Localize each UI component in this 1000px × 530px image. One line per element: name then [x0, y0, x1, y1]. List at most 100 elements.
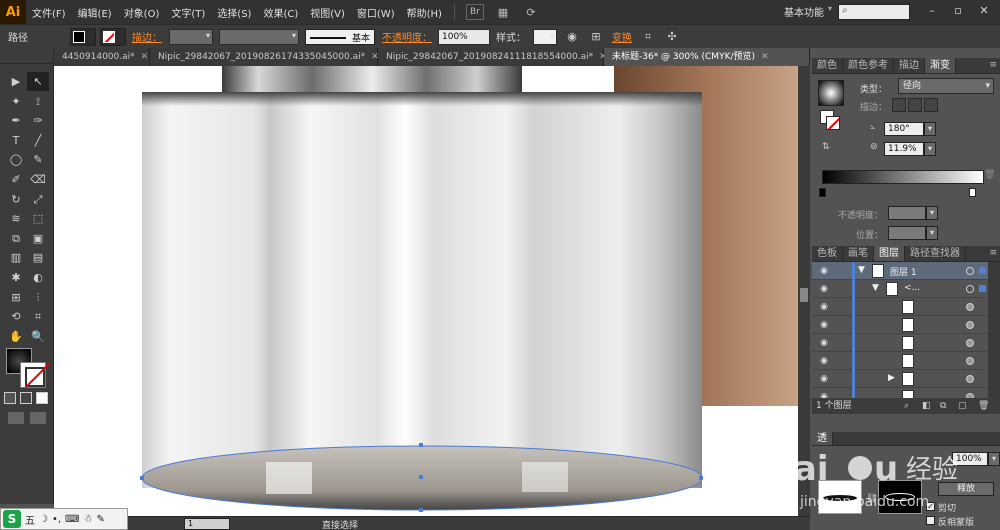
line-segment-tool-icon[interactable]: ╱ [27, 131, 49, 150]
tab-color[interactable]: 颜色 [812, 58, 843, 73]
tab-color-guide[interactable]: 颜色参考 [843, 58, 894, 73]
target-circle-icon[interactable] [966, 375, 974, 383]
transform-label[interactable]: 变换 [612, 29, 632, 44]
restore-icon[interactable]: ▫ [950, 4, 966, 20]
menu-help[interactable]: 帮助(H) [401, 5, 448, 20]
invert-mask-checkbox[interactable] [926, 516, 935, 525]
reverse-gradient-icon[interactable]: ⇅ [822, 142, 830, 152]
menu-window[interactable]: 窗口(W) [351, 5, 401, 20]
mesh-tool-icon[interactable]: ▥ [5, 248, 27, 267]
ime-mode[interactable]: 五 [25, 512, 35, 527]
search-input[interactable]: ⌕ [838, 4, 910, 20]
menu-type[interactable]: 文字(T) [165, 5, 211, 20]
stroke-weight-dropdown[interactable] [169, 28, 213, 45]
arrange-documents-icon[interactable]: ▦ [494, 4, 512, 20]
perspective-grid-tool-icon[interactable]: ▣ [27, 229, 49, 248]
gradient-type-dropdown[interactable]: 径向 [898, 78, 994, 94]
stroke-gradient-option-2[interactable] [908, 98, 922, 112]
type-tool-icon[interactable]: T [5, 131, 27, 150]
visibility-eye-icon[interactable]: ◉ [818, 355, 830, 367]
ime-logo[interactable]: S [3, 510, 21, 528]
tab-stroke[interactable]: 描边 [894, 58, 925, 73]
expand-triangle-icon[interactable]: ▼ [858, 265, 865, 275]
menu-effect[interactable]: 效果(C) [257, 5, 304, 20]
menu-file[interactable]: 文件(F) [26, 5, 72, 20]
minimize-icon[interactable]: – [924, 4, 940, 20]
gradient-stop-right[interactable] [969, 188, 976, 197]
target-circle-icon[interactable] [966, 321, 974, 329]
artboard-tool-icon[interactable]: ⟲ [5, 307, 27, 326]
aspect-ratio-field[interactable]: 11.9% [884, 142, 924, 156]
eraser-tool-icon[interactable]: ⌫ [27, 170, 49, 189]
scale-tool-icon[interactable]: ⤢ [27, 190, 49, 209]
expand-triangle-icon[interactable]: ▶ [888, 373, 895, 383]
scrollbar-thumb[interactable] [800, 288, 808, 302]
none-mode-icon[interactable] [36, 392, 48, 404]
tab-document-2[interactable]: Nipic_29842067_20190826174335045000.ai* ✕ [150, 48, 379, 66]
new-sublayer-icon[interactable]: ⧉ [940, 398, 946, 414]
isolate-icon[interactable]: ✣ [663, 28, 681, 46]
punctuation-icon[interactable]: •, [52, 514, 61, 525]
slice-tool-icon[interactable]: ⌗ [27, 307, 49, 326]
expand-triangle-icon[interactable]: ▼ [872, 283, 879, 293]
layer-row[interactable]: ◉ ▼ 图层 1 [812, 262, 988, 280]
menu-object[interactable]: 对象(O) [118, 5, 166, 20]
chevron-down-icon[interactable]: ▾ [828, 4, 832, 13]
width-tool-icon[interactable]: ≋ [5, 209, 27, 228]
visibility-eye-icon[interactable]: ◉ [818, 301, 830, 313]
visibility-eye-icon[interactable]: ◉ [818, 337, 830, 349]
pen-tool-icon[interactable]: ✒ [5, 111, 27, 130]
tab-document-1[interactable]: 4450914000.ai* ✕ [54, 48, 150, 66]
target-circle-icon[interactable] [966, 357, 974, 365]
ellipse-tool-icon[interactable]: ◯ [5, 150, 27, 169]
target-circle-icon[interactable] [966, 339, 974, 347]
make-clipping-mask-icon[interactable]: ◧ [922, 398, 931, 414]
blend-tool-icon[interactable]: ◐ [27, 268, 49, 287]
gradient-opacity-dropdown[interactable]: ▾ [926, 206, 938, 220]
gradient-mode-icon[interactable] [20, 392, 32, 404]
wrench-icon[interactable]: ✎ [96, 514, 104, 525]
panel-menu-icon[interactable]: ≡ [989, 248, 997, 258]
layer-selected-indicator[interactable] [979, 285, 986, 292]
gradient-stroke-small[interactable] [826, 116, 840, 130]
tab-layers[interactable]: 图层 [874, 246, 905, 261]
hand-tool-icon[interactable]: ✋ [5, 327, 27, 346]
visibility-eye-icon[interactable]: ◉ [818, 265, 830, 277]
opacity-label[interactable]: 不透明度： [382, 29, 432, 44]
locate-object-icon[interactable]: ⌕ [904, 398, 909, 414]
stroke-swatch-button[interactable] [100, 27, 126, 46]
gradient-stop-left[interactable] [819, 188, 826, 197]
target-circle-icon[interactable] [966, 303, 974, 311]
menu-view[interactable]: 视图(V) [304, 5, 351, 20]
delete-layer-icon[interactable]: 🗑 [978, 398, 989, 414]
sublayer-row[interactable]: ◉ [812, 316, 988, 334]
paintbrush-tool-icon[interactable]: ✎ [27, 150, 49, 169]
visibility-eye-icon[interactable]: ◉ [818, 373, 830, 385]
zoom-tool-icon[interactable]: 🔍 [27, 327, 49, 346]
sublayer-row[interactable]: ◉ [812, 352, 988, 370]
eyedropper-tool-icon[interactable]: ✱ [5, 268, 27, 287]
gradient-position-field[interactable] [888, 226, 926, 240]
layers-scrollbar[interactable] [988, 262, 1000, 398]
toolbar-grip[interactable] [0, 48, 53, 64]
draw-mode-icon[interactable] [8, 412, 24, 424]
graphic-style-dropdown[interactable] [533, 28, 557, 45]
opacity-field[interactable]: 100% [438, 28, 490, 45]
target-circle-icon[interactable] [966, 285, 974, 293]
moon-icon[interactable]: ☽ [39, 514, 48, 525]
shape-icon[interactable]: ⌗ [639, 28, 657, 46]
artboard-number-field[interactable]: 1 [184, 518, 230, 530]
tab-pathfinder[interactable]: 路径查找器 [905, 246, 966, 261]
close-icon[interactable]: ✕ [141, 52, 149, 62]
sublayer-row[interactable]: ◉ ▶ [812, 370, 988, 388]
fill-swatch-button[interactable] [70, 27, 96, 46]
stroke-gradient-option-1[interactable] [892, 98, 906, 112]
new-layer-icon[interactable]: ▢ [958, 398, 967, 414]
brush-definition-dropdown[interactable]: 基本 [305, 28, 375, 45]
layer-name[interactable]: 图层 1 [890, 265, 917, 278]
sublayer-row[interactable]: ◉ [812, 334, 988, 352]
angle-dropdown[interactable]: ▾ [924, 122, 936, 136]
close-icon[interactable]: ✕ [761, 52, 769, 62]
skin-icon[interactable]: ☃ [83, 514, 92, 525]
artboard-canvas[interactable] [54, 66, 798, 516]
